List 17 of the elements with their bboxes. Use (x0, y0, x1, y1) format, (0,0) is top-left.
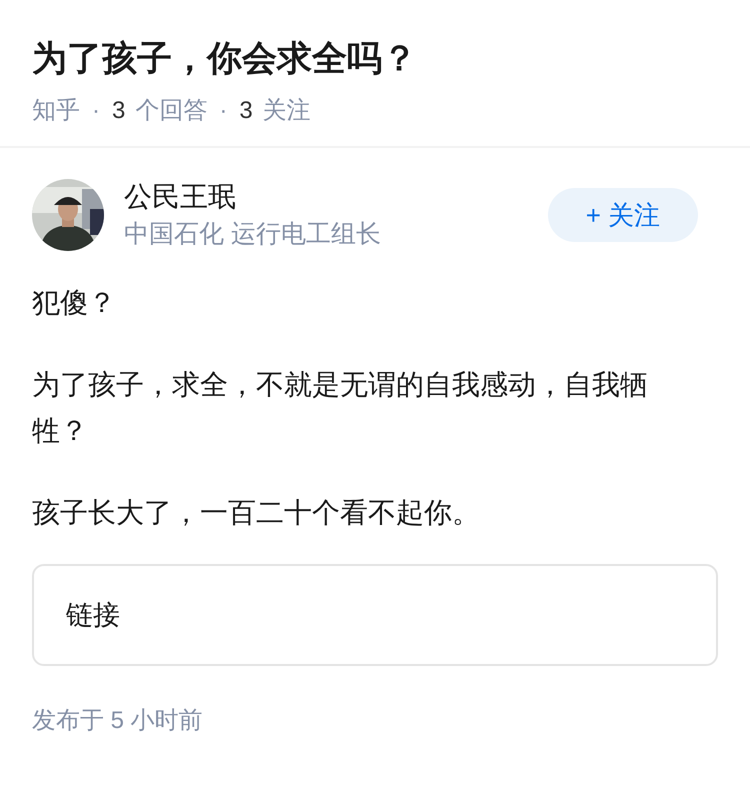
answer-paragraph: 犯傻？ (32, 286, 117, 320)
follow-count: 3 (239, 96, 253, 126)
answer-label: 个回答 (135, 96, 208, 126)
answer-paragraph: 为了孩子，求全，不就是无谓的自我感动，自我牺牲？ (32, 368, 649, 448)
separator-dot: · (218, 96, 228, 126)
follow-label: 关注 (262, 96, 311, 126)
answer-paragraph: 孩子长大了，一百二十个看不起你。 (32, 496, 481, 530)
author-headline: 中国石化 运行电工组长 (124, 219, 382, 250)
author-name[interactable]: 公民王珉 (124, 178, 548, 216)
answer-count: 3 (112, 96, 126, 126)
link-label: 链接 (66, 599, 120, 632)
follow-button[interactable]: + 关注 (548, 188, 698, 242)
publish-time: 发布于 5 小时前 (32, 706, 204, 736)
separator-dot: · (91, 96, 101, 126)
link-card[interactable]: 链接 (32, 564, 718, 666)
question-title: 为了孩子，你会求全吗？ (32, 38, 418, 80)
source-label: 知乎 (32, 96, 80, 126)
